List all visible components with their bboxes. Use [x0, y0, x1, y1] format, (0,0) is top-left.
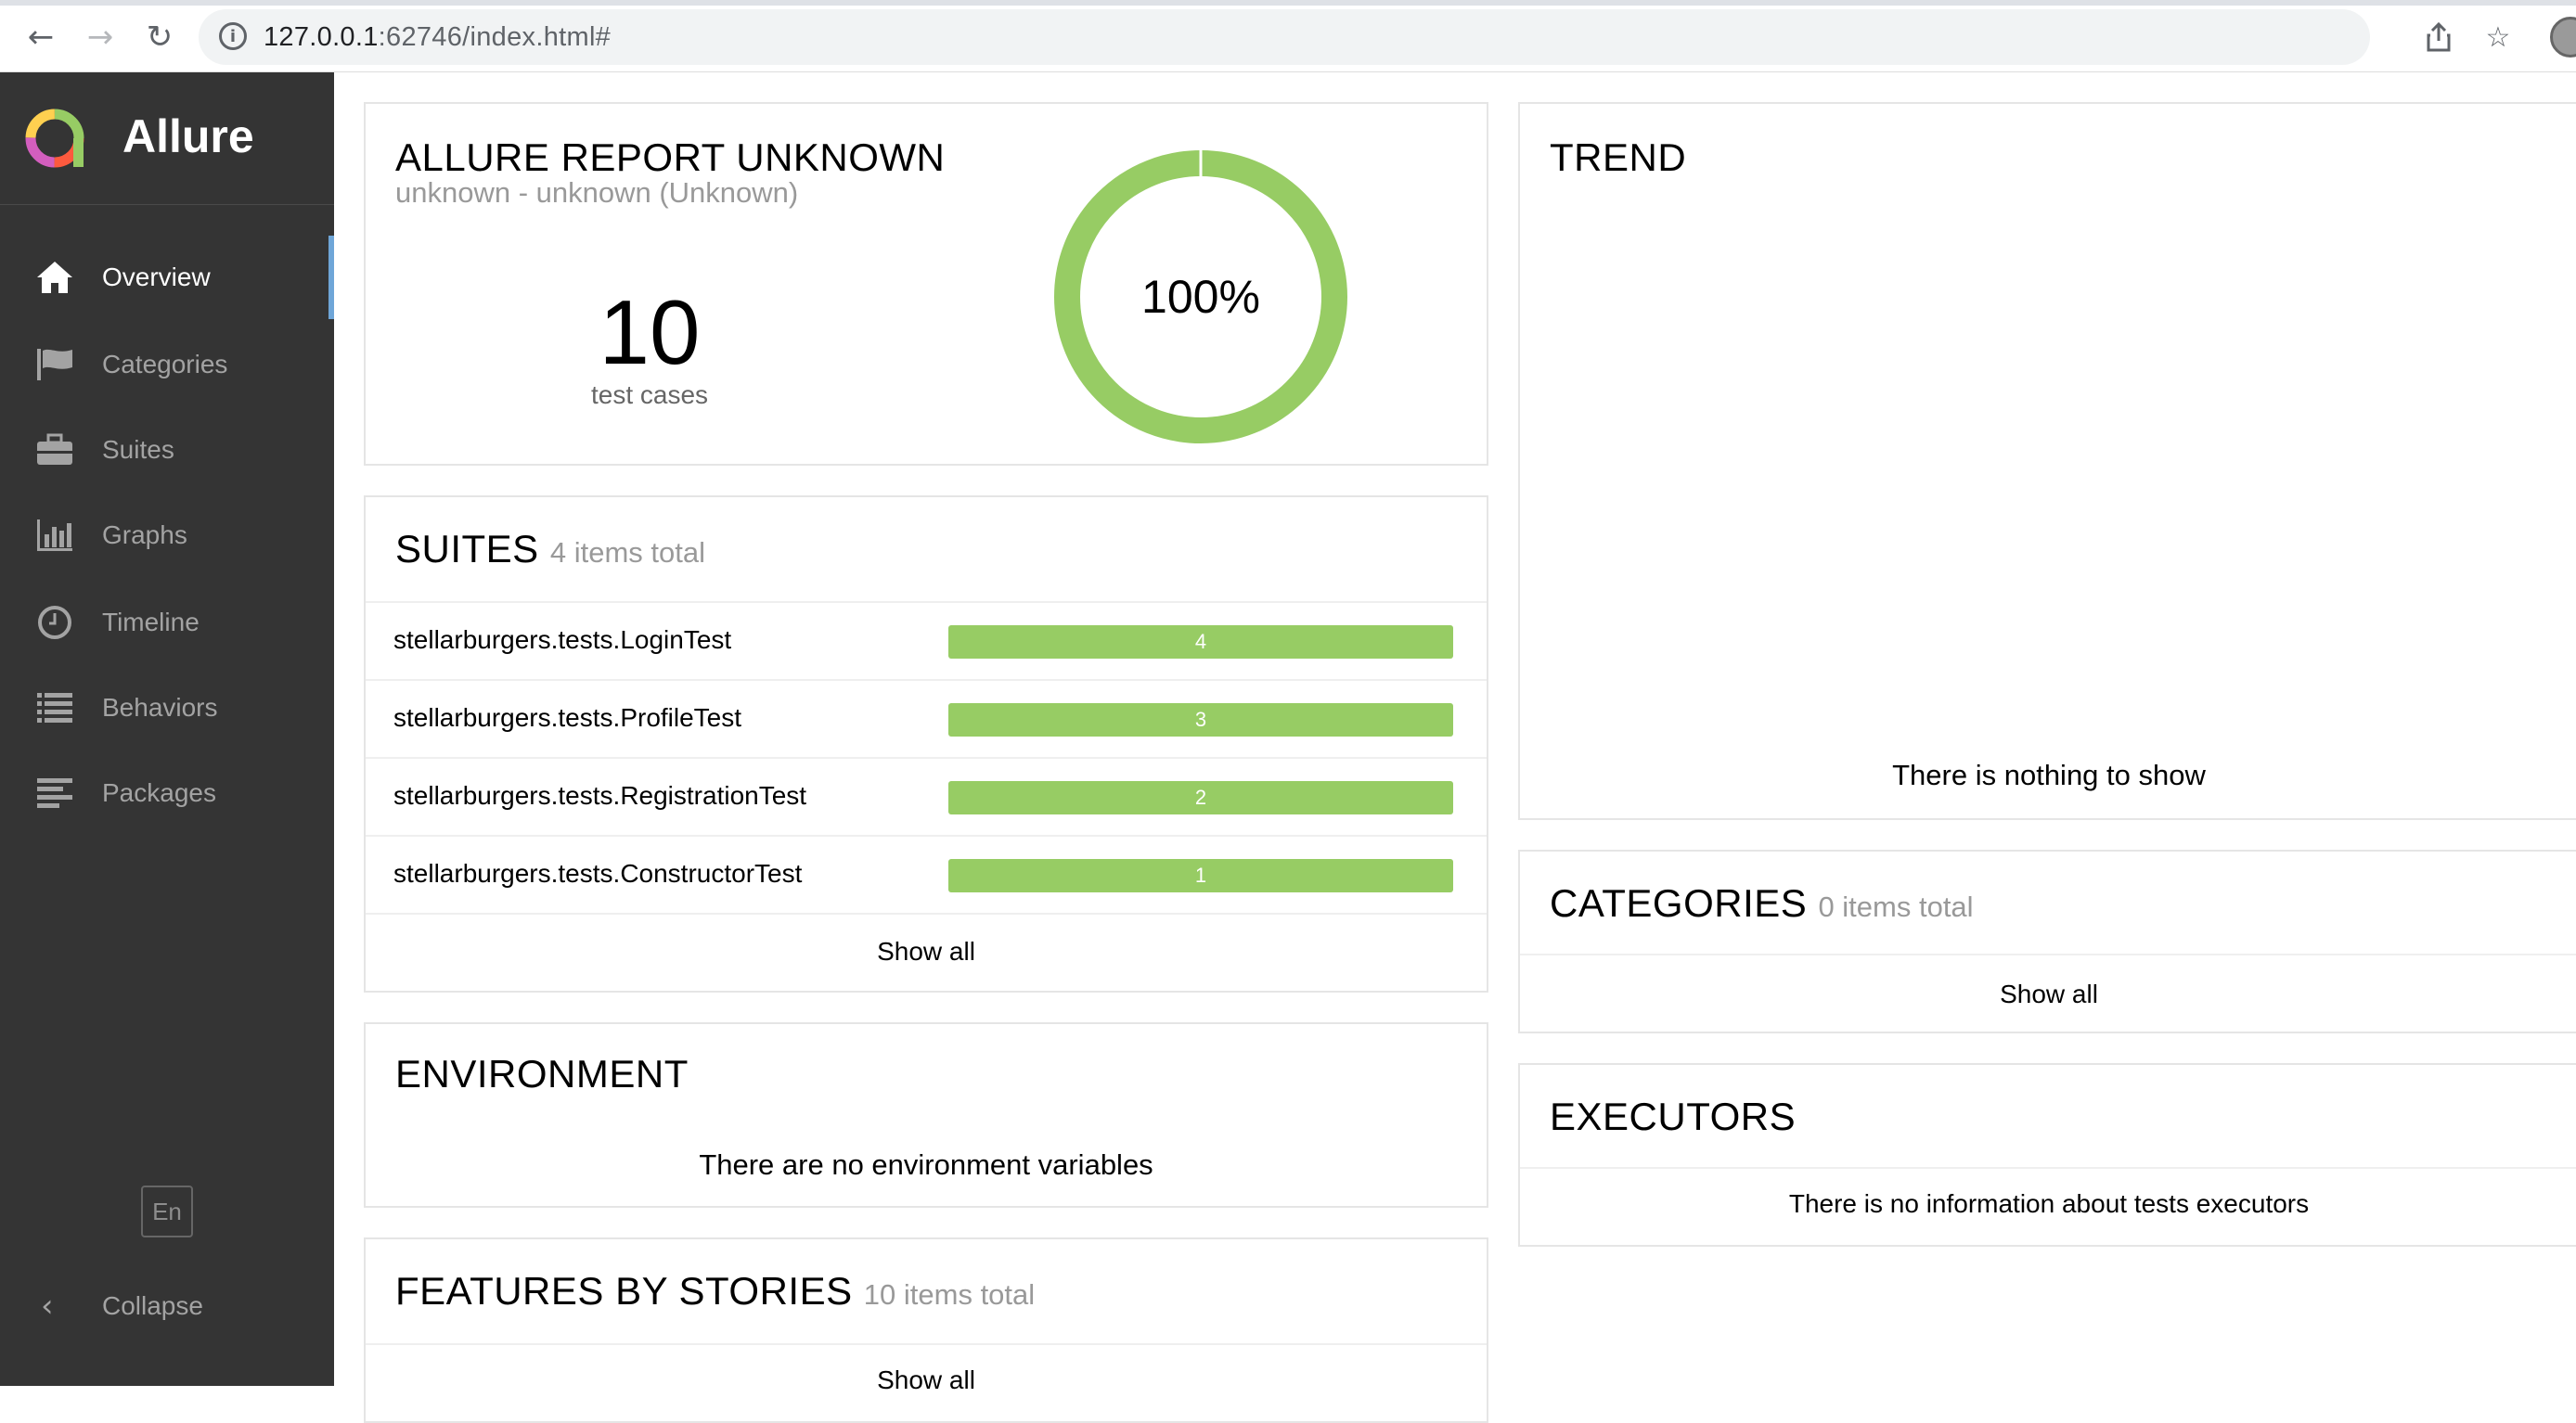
categories-show-all-link[interactable]: Show all: [1520, 980, 2576, 1009]
report-subtitle: unknown - unknown (Unknown): [395, 176, 799, 209]
divider: [1520, 954, 2576, 955]
sidebar-item-behaviors[interactable]: Behaviors: [0, 666, 334, 750]
back-arrow-icon[interactable]: ←: [20, 17, 61, 58]
executors-empty-message: There is no information about tests exec…: [1788, 1189, 2310, 1218]
url-path: :62746/index.html#: [378, 22, 612, 52]
suites-title: SUITES 4 items total: [395, 527, 705, 571]
site-info-icon[interactable]: i: [219, 22, 247, 50]
sidebar-item-timeline[interactable]: Timeline: [0, 581, 334, 664]
categories-title-text: CATEGORIES: [1550, 881, 1808, 925]
environment-empty-message: There are no environment variables: [699, 1148, 1153, 1181]
bookmark-star-icon[interactable]: ☆: [2479, 19, 2517, 56]
summary-widget: ALLURE REPORT UNKNOWN unknown - unknown …: [364, 102, 1488, 466]
suite-name: stellarburgers.tests.ProfileTest: [393, 703, 742, 732]
sidebar-item-label: Packages: [102, 778, 216, 807]
suite-name: stellarburgers.tests.RegistrationTest: [393, 781, 807, 810]
divider: [1520, 1167, 2576, 1169]
trend-title: TREND: [1550, 135, 1687, 179]
trend-empty-message: There is nothing to show: [1892, 759, 2206, 791]
profile-avatar[interactable]: [2550, 17, 2576, 58]
executors-widget: EXECUTORS There is no information about …: [1518, 1063, 2576, 1247]
divider: [366, 1343, 1487, 1345]
features-show-all-link[interactable]: Show all: [366, 1365, 1487, 1395]
language-select-button[interactable]: En: [141, 1186, 193, 1237]
suite-passed-bar: 2: [948, 781, 1453, 814]
categories-widget: CATEGORIES 0 items total Show all: [1518, 850, 2576, 1033]
test-case-label: test cases: [590, 380, 709, 409]
suite-passed-bar: 4: [948, 625, 1453, 659]
suite-row[interactable]: stellarburgers.tests.RegistrationTest 2: [366, 757, 1487, 835]
divider: [366, 913, 1487, 915]
browser-toolbar: ← → ↻ i 127.0.0.1:62746/index.html# ☆: [0, 0, 2576, 72]
forward-arrow-icon[interactable]: →: [80, 17, 121, 58]
home-icon: [33, 256, 76, 299]
sidebar-item-packages[interactable]: Packages: [0, 751, 334, 835]
report-title: ALLURE REPORT UNKNOWN: [395, 135, 946, 179]
trend-widget: TREND There is nothing to show: [1518, 102, 2576, 820]
brand[interactable]: Allure: [0, 72, 334, 205]
suites-title-text: SUITES: [395, 527, 539, 570]
features-widget: FEATURES BY STORIES 10 items total Show …: [364, 1237, 1488, 1423]
reload-icon[interactable]: ↻: [139, 17, 180, 58]
sidebar-item-categories[interactable]: Categories: [0, 323, 334, 406]
address-bar[interactable]: i 127.0.0.1:62746/index.html#: [199, 9, 2370, 65]
brand-title: Allure: [122, 110, 254, 162]
briefcase-icon: [33, 429, 76, 471]
tab-strip-edge: [0, 0, 2576, 6]
suites-widget: SUITES 4 items total stellarburgers.test…: [364, 495, 1488, 993]
sidebar-item-label: Categories: [102, 350, 228, 378]
categories-total: 0 items total: [1818, 891, 1974, 923]
collapse-label: Collapse: [102, 1291, 203, 1320]
features-total: 10 items total: [863, 1278, 1036, 1311]
bar-chart-icon: [33, 514, 76, 557]
clock-icon: [33, 601, 76, 644]
sidebar-item-label: Behaviors: [102, 693, 218, 722]
align-left-icon: [33, 772, 76, 814]
environment-title: ENVIRONMENT: [395, 1052, 689, 1096]
sidebar-item-label: Timeline: [102, 608, 200, 636]
suite-passed-bar: 3: [948, 703, 1453, 737]
suite-row[interactable]: stellarburgers.tests.LoginTest 4: [366, 601, 1487, 679]
pass-rate-label: 100%: [1141, 271, 1260, 323]
sidebar: Allure Overview Categories Suites Graphs…: [0, 72, 334, 1386]
collapse-button[interactable]: ‹ Collapse: [0, 1278, 334, 1334]
list-icon: [33, 686, 76, 729]
sidebar-item-overview[interactable]: Overview: [0, 236, 334, 319]
url-host: 127.0.0.1: [264, 22, 379, 52]
executors-title: EXECUTORS: [1550, 1095, 1797, 1138]
suite-passed-bar: 1: [948, 859, 1453, 892]
url-text[interactable]: 127.0.0.1:62746/index.html#: [264, 22, 611, 53]
sidebar-item-label: Graphs: [102, 520, 187, 549]
test-case-count: 10: [599, 281, 701, 383]
sidebar-item-label: Suites: [102, 435, 174, 464]
suite-name: stellarburgers.tests.LoginTest: [393, 625, 732, 654]
suites-total: 4 items total: [549, 536, 705, 569]
categories-title: CATEGORIES 0 items total: [1550, 881, 1974, 926]
suite-row[interactable]: stellarburgers.tests.ConstructorTest 1: [366, 835, 1487, 913]
allure-logo-icon: [25, 109, 84, 168]
suite-name: stellarburgers.tests.ConstructorTest: [393, 859, 803, 888]
share-icon[interactable]: [2420, 19, 2457, 56]
features-title-text: FEATURES BY STORIES: [395, 1269, 853, 1313]
sidebar-item-graphs[interactable]: Graphs: [0, 494, 334, 577]
suite-row[interactable]: stellarburgers.tests.ProfileTest 3: [366, 679, 1487, 757]
suites-show-all-link[interactable]: Show all: [366, 937, 1487, 967]
chevron-left-icon: ‹: [41, 1288, 54, 1325]
environment-widget: ENVIRONMENT There are no environment var…: [364, 1022, 1488, 1208]
features-title: FEATURES BY STORIES 10 items total: [395, 1269, 1035, 1314]
flag-icon: [33, 343, 76, 386]
sidebar-item-suites[interactable]: Suites: [0, 408, 334, 492]
sidebar-item-label: Overview: [102, 263, 211, 291]
